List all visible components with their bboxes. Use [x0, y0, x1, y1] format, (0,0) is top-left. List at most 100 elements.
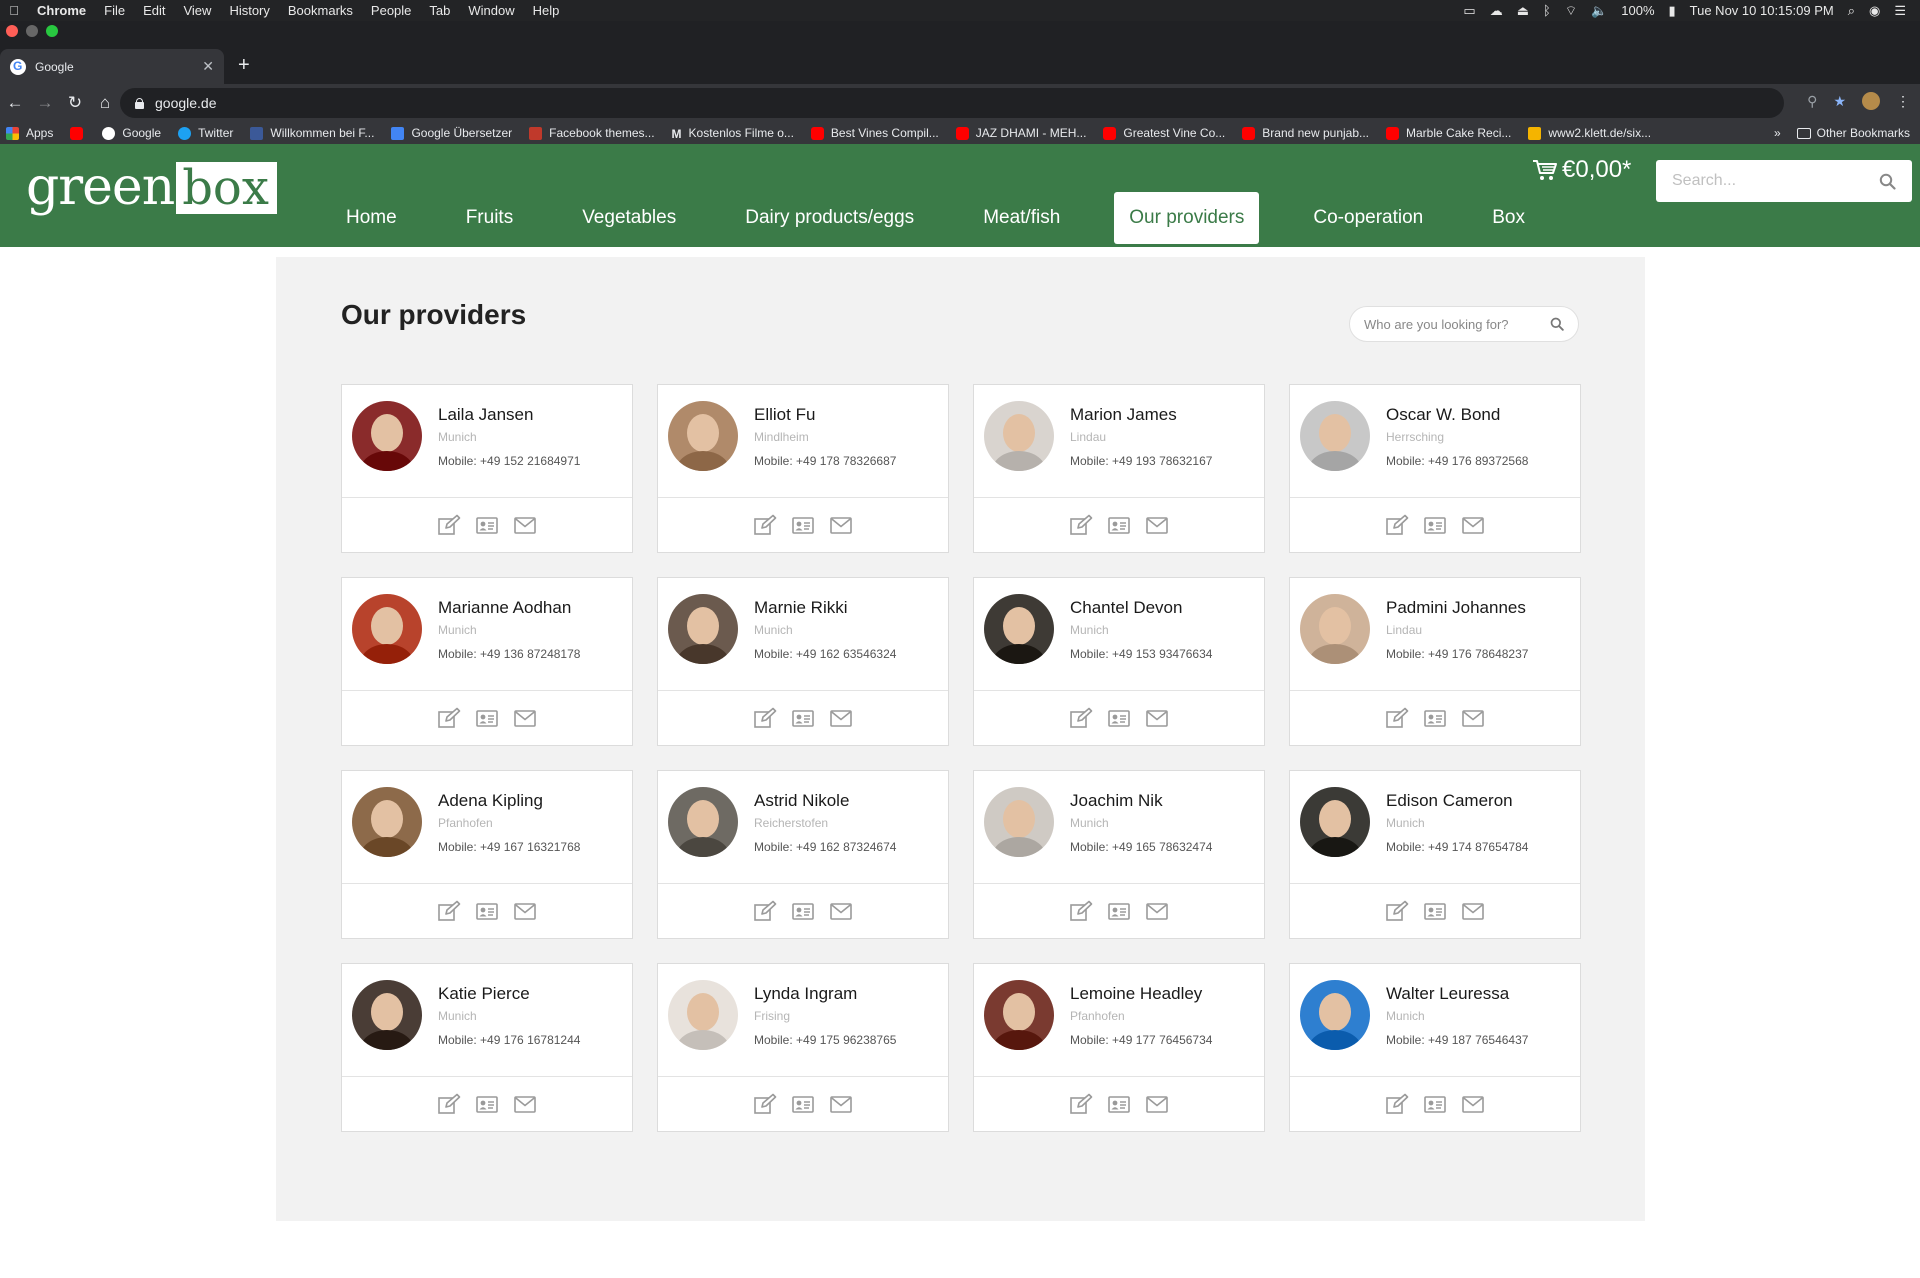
- volume-icon[interactable]: 🔈: [1591, 3, 1607, 19]
- mail-icon[interactable]: [829, 514, 853, 536]
- wifi-icon[interactable]: ⌔: [1565, 3, 1577, 19]
- mail-icon[interactable]: [513, 514, 537, 536]
- provider-card-header[interactable]: Joachim Nik Munich Mobile: +49 165 78632…: [974, 771, 1264, 884]
- bookmark-star-icon[interactable]: ★: [1833, 93, 1846, 110]
- provider-card-header[interactable]: Padmini Johannes Lindau Mobile: +49 176 …: [1290, 578, 1580, 691]
- bookmark-apps[interactable]: Apps: [6, 126, 53, 140]
- contact-card-icon[interactable]: [475, 900, 499, 922]
- contact-card-icon[interactable]: [1423, 1093, 1447, 1115]
- edit-icon[interactable]: [1069, 707, 1093, 729]
- edit-icon[interactable]: [1069, 1093, 1093, 1115]
- spotlight-icon[interactable]: ⌕: [1848, 3, 1855, 19]
- siri-icon[interactable]: ◉: [1869, 3, 1880, 19]
- contact-card-icon[interactable]: [1423, 707, 1447, 729]
- mail-icon[interactable]: [829, 1093, 853, 1115]
- edit-icon[interactable]: [1069, 514, 1093, 536]
- reload-icon[interactable]: ↻: [60, 93, 90, 113]
- menu-file[interactable]: File: [95, 0, 134, 21]
- bookmark-filme[interactable]: M Kostenlos Filme o...: [672, 126, 794, 141]
- close-window-button[interactable]: [6, 25, 18, 37]
- nav-co-operation[interactable]: Co-operation: [1298, 192, 1438, 244]
- mail-icon[interactable]: [513, 900, 537, 922]
- bookmark-facebook-themes[interactable]: Facebook themes...: [529, 126, 655, 140]
- edit-icon[interactable]: [753, 514, 777, 536]
- search-icon[interactable]: [1879, 173, 1896, 190]
- airplay-icon[interactable]: ⏏: [1517, 3, 1529, 19]
- menu-tab[interactable]: Tab: [420, 0, 459, 21]
- mail-icon[interactable]: [1461, 514, 1485, 536]
- contact-card-icon[interactable]: [1107, 707, 1131, 729]
- nav-box[interactable]: Box: [1477, 192, 1540, 244]
- provider-card-header[interactable]: Marion James Lindau Mobile: +49 193 7863…: [974, 385, 1264, 498]
- address-bar[interactable]: google.de: [120, 88, 1784, 118]
- mail-icon[interactable]: [513, 707, 537, 729]
- edit-icon[interactable]: [1385, 900, 1409, 922]
- contact-card-icon[interactable]: [1423, 900, 1447, 922]
- lock-icon[interactable]: [134, 97, 145, 109]
- bookmarks-overflow-icon[interactable]: »: [1774, 126, 1781, 140]
- menu-kebab-icon[interactable]: ⋮: [1896, 93, 1910, 110]
- bookmark-translate[interactable]: Google Übersetzer: [391, 126, 512, 140]
- edit-icon[interactable]: [437, 1093, 461, 1115]
- nav-our-providers[interactable]: Our providers: [1114, 192, 1260, 244]
- location-icon[interactable]: ⚲: [1807, 93, 1817, 110]
- menu-help[interactable]: Help: [524, 0, 569, 21]
- bookmark-klett[interactable]: www2.klett.de/six...: [1528, 126, 1651, 140]
- home-icon[interactable]: ⌂: [90, 93, 120, 113]
- extension-icon[interactable]: [1862, 92, 1880, 110]
- bluetooth-icon[interactable]: ᛒ: [1543, 3, 1551, 18]
- back-icon[interactable]: ←: [0, 93, 30, 113]
- mail-icon[interactable]: [1145, 707, 1169, 729]
- bookmark-vines[interactable]: Best Vines Compil...: [810, 126, 939, 140]
- bookmark-greatest-vine[interactable]: Greatest Vine Co...: [1103, 126, 1225, 140]
- menu-history[interactable]: History: [220, 0, 278, 21]
- bookmark-marble-cake[interactable]: Marble Cake Reci...: [1386, 126, 1511, 140]
- apple-icon[interactable]: : [0, 3, 28, 18]
- menu-edit[interactable]: Edit: [134, 0, 174, 21]
- mail-icon[interactable]: [1461, 900, 1485, 922]
- provider-card-header[interactable]: Laila Jansen Munich Mobile: +49 152 2168…: [342, 385, 632, 498]
- provider-search-input[interactable]: [1364, 316, 1550, 332]
- bookmark-youtube[interactable]: [70, 126, 90, 140]
- other-bookmarks[interactable]: Other Bookmarks: [1796, 126, 1910, 140]
- provider-card-header[interactable]: Katie Pierce Munich Mobile: +49 176 1678…: [342, 964, 632, 1077]
- mail-icon[interactable]: [1145, 514, 1169, 536]
- menu-app-name[interactable]: Chrome: [28, 0, 95, 21]
- bookmark-facebook[interactable]: Willkommen bei F...: [250, 126, 374, 140]
- menu-window[interactable]: Window: [459, 0, 523, 21]
- mail-icon[interactable]: [829, 900, 853, 922]
- provider-card-header[interactable]: Lynda Ingram Frising Mobile: +49 175 962…: [658, 964, 948, 1077]
- nav-fruits[interactable]: Fruits: [451, 192, 529, 244]
- forward-icon[interactable]: →: [30, 93, 60, 113]
- contact-card-icon[interactable]: [791, 514, 815, 536]
- cart[interactable]: €0,00*: [1532, 156, 1631, 184]
- provider-card-header[interactable]: Chantel Devon Munich Mobile: +49 153 934…: [974, 578, 1264, 691]
- site-search-input[interactable]: [1672, 172, 1879, 190]
- edit-icon[interactable]: [753, 900, 777, 922]
- minimize-window-button[interactable]: [26, 25, 38, 37]
- contact-card-icon[interactable]: [475, 1093, 499, 1115]
- greenbox-logo[interactable]: green box: [26, 158, 277, 228]
- search-icon[interactable]: [1550, 317, 1564, 331]
- contact-card-icon[interactable]: [475, 514, 499, 536]
- contact-card-icon[interactable]: [1107, 514, 1131, 536]
- bookmark-twitter[interactable]: Twitter: [178, 126, 233, 140]
- mail-icon[interactable]: [1461, 707, 1485, 729]
- bookmark-jaz[interactable]: JAZ DHAMI - MEH...: [955, 126, 1086, 140]
- battery-icon[interactable]: ▮: [1669, 3, 1676, 19]
- contact-card-icon[interactable]: [1107, 1093, 1131, 1115]
- edit-icon[interactable]: [753, 707, 777, 729]
- close-tab-icon[interactable]: ✕: [202, 58, 214, 75]
- bookmark-punjab[interactable]: Brand new punjab...: [1242, 126, 1369, 140]
- contact-card-icon[interactable]: [791, 1093, 815, 1115]
- contact-card-icon[interactable]: [791, 900, 815, 922]
- menu-bookmarks[interactable]: Bookmarks: [279, 0, 362, 21]
- mail-icon[interactable]: [1145, 1093, 1169, 1115]
- zoom-window-button[interactable]: [46, 25, 58, 37]
- provider-card-header[interactable]: Marnie Rikki Munich Mobile: +49 162 6354…: [658, 578, 948, 691]
- menu-view[interactable]: View: [174, 0, 220, 21]
- notification-center-icon[interactable]: ☰: [1894, 3, 1906, 19]
- bookmark-google[interactable]: Google: [102, 126, 161, 140]
- nav-meat-fish[interactable]: Meat/fish: [968, 192, 1075, 244]
- browser-tab[interactable]: Google ✕: [0, 49, 224, 84]
